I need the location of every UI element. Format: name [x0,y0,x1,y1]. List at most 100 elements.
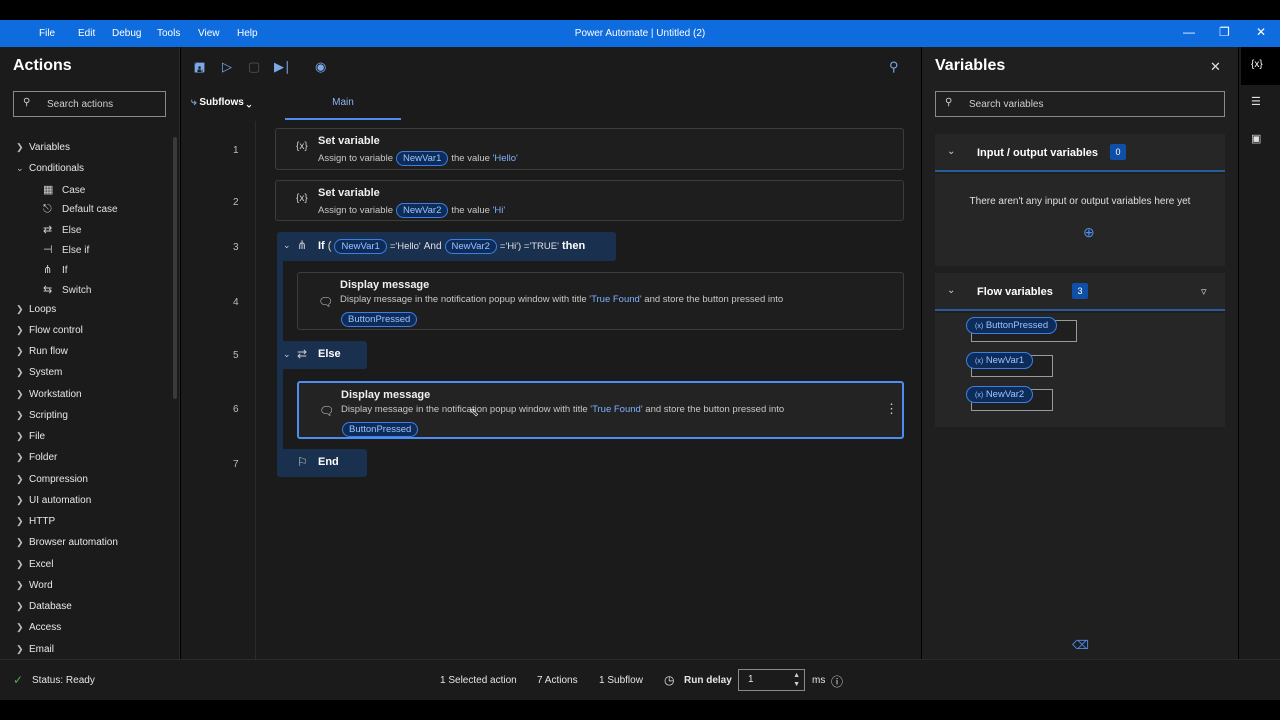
chevron-right-icon: ❯ [16,474,24,484]
category-variables[interactable]: ❯ Variables [16,142,70,153]
step-set-variable-1[interactable]: {x} Set variable Assign to variable NewVa… [275,128,904,170]
run-delay-input[interactable]: 1 ▲ ▼ [738,669,805,691]
image-icon[interactable]: ▣ [1251,132,1261,145]
actions-title: Actions [13,57,72,74]
category-loops[interactable]: ❯ Loops [16,304,56,315]
search-icon: ⚲ [23,97,31,108]
variable-pill: (x) NewVar2 [966,386,1034,403]
chevron-right-icon: ❯ [16,431,24,441]
category-scripting[interactable]: ❯ Scripting [16,410,68,421]
chevron-right-icon: ❯ [16,537,24,547]
action-case[interactable]: ▦ Case [43,183,85,196]
step-description: Assign to variable NewVar2 the value 'Hi' [318,203,506,218]
action-else-if[interactable]: ⊣ Else if [43,243,89,256]
flow-count-badge: 3 [1072,283,1088,299]
category-database[interactable]: ❯ Database [16,601,72,612]
search-actions-input[interactable]: ⚲ Search actions [13,91,166,117]
actions-count: 7 Actions [537,675,578,686]
category-excel[interactable]: ❯ Excel [16,559,53,570]
record-icon[interactable]: ◉ [315,59,326,75]
flow-variables-label: Flow variables [977,286,1053,298]
else-label: Else [318,348,341,360]
category-compression[interactable]: ❯ Compression [16,474,88,485]
variable-pill: ButtonPressed [341,312,418,327]
step-if[interactable]: ⌄ ⋔ If (NewVar1 ='Hello' And NewVar2 ='Hi')… [277,232,616,261]
step-display-message-2[interactable]: 🗨 Display message Display message in the… [297,381,904,439]
save-icon[interactable]: 🖪 [194,59,205,81]
step-icon[interactable]: ▶∣ [274,59,291,75]
category-ui-automation[interactable]: ❯ UI automation [16,495,91,506]
chevron-right-icon: ❯ [16,304,24,314]
info-icon[interactable]: ⓘ [831,673,843,690]
step-end[interactable]: ⚐ End [277,449,367,477]
search-icon: ⚲ [945,97,953,108]
chevron-down-icon: ⌄ [283,349,291,359]
flow-variable-newvar1[interactable]: (x) NewVar1 [966,352,1053,377]
subflows-count: 1 Subflow [599,675,643,686]
restore-icon[interactable]: ❐ [1219,25,1230,39]
category-file[interactable]: ❯ File [16,431,45,442]
category-workstation[interactable]: ❯ Workstation [16,389,82,400]
else-icon: ⇄ [43,224,53,236]
step-set-variable-2[interactable]: {x} Set variable Assign to variable NewVa… [275,180,904,221]
app-window: File Edit Debug Tools View Help Power Au… [0,0,1280,720]
step-display-message-1[interactable]: 🗨 Display message Display message in the… [297,272,904,330]
chevron-right-icon: ❯ [16,325,24,335]
category-folder[interactable]: ❯ Folder [16,452,57,463]
selected-actions-count: 1 Selected action [440,675,517,686]
switch-icon: ⇆ [43,284,53,296]
step-else[interactable]: ⌄ ⇄ Else [277,341,367,369]
eraser-icon[interactable]: ⌫ [1072,638,1089,652]
spinner-icon[interactable]: ▲ ▼ [793,671,800,689]
search-flow-icon[interactable]: ⚲ [889,59,899,75]
chevron-right-icon: ❯ [16,452,24,462]
line-number: 6 [233,404,239,415]
variables-icon: {x} [1251,59,1263,70]
action-if[interactable]: ⋔ If [43,263,68,276]
category-email[interactable]: ❯ Email [16,644,54,655]
chevron-right-icon: ❯ [16,644,24,654]
close-icon[interactable]: ✕ [1210,59,1221,75]
variables-rail-button[interactable]: {x} [1241,47,1280,85]
stop-icon[interactable]: ▢ [248,59,260,75]
io-variables-header[interactable]: ⌄ Input / output variables 0 [935,134,1225,172]
chevron-right-icon: ❯ [16,622,24,632]
action-else[interactable]: ⇄ Else [43,223,81,236]
flow-variables-header[interactable]: ⌄ Flow variables 3 ▿ [935,273,1225,311]
category-system[interactable]: ❯ System [16,367,62,378]
variables-pane: Variables ✕ ⚲ Search variables ⌄ Input /… [922,47,1238,659]
category-conditionals[interactable]: ⌄ Conditionals [16,163,84,174]
category-run-flow[interactable]: ❯ Run flow [16,346,68,357]
run-icon[interactable]: ▷ [222,59,232,75]
more-icon[interactable]: ⋮ [885,401,898,417]
chevron-down-icon: ⌄ [947,285,956,296]
io-count-badge: 0 [1110,144,1126,160]
status-bar: ✓ Status: Ready 1 Selected action 7 Acti… [0,659,1280,700]
flow-variable-newvar2[interactable]: (x) NewVar2 [966,386,1053,411]
category-browser-automation[interactable]: ❯ Browser automation [16,537,118,548]
line-number: 1 [233,145,239,156]
minimize-icon[interactable]: — [1183,25,1195,39]
actions-scrollbar[interactable] [173,137,177,399]
subflows-dropdown[interactable]: ⤷ Subflows ⌄ [191,97,251,108]
category-word[interactable]: ❯ Word [16,580,53,591]
step-title: Display message [341,389,431,401]
layers-icon[interactable]: ☰ [1251,95,1261,108]
category-http[interactable]: ❯ HTTP [16,516,55,527]
subflows-icon: ⤷ [191,97,197,108]
step-title: Set variable [318,187,380,199]
tab-main[interactable]: Main [285,89,401,120]
close-window-icon[interactable]: ✕ [1256,25,1266,39]
line-number: 3 [233,242,239,253]
filter-icon[interactable]: ▿ [1201,285,1207,298]
flow-variable-buttonpressed[interactable]: (x) ButtonPressed [966,317,1077,342]
mouse-cursor-icon: ⬁ [469,405,480,419]
chevron-down-icon: ⌄ [246,97,252,108]
search-variables-input[interactable]: ⚲ Search variables [935,91,1225,117]
action-switch[interactable]: ⇆ Switch [43,283,91,296]
chevron-right-icon: ❯ [16,580,24,590]
category-flow-control[interactable]: ❯ Flow control [16,325,83,336]
category-access[interactable]: ❯ Access [16,622,61,633]
action-default-case[interactable]: ⎋ Default case [43,203,118,216]
add-icon[interactable]: ⊕ [1083,224,1095,241]
